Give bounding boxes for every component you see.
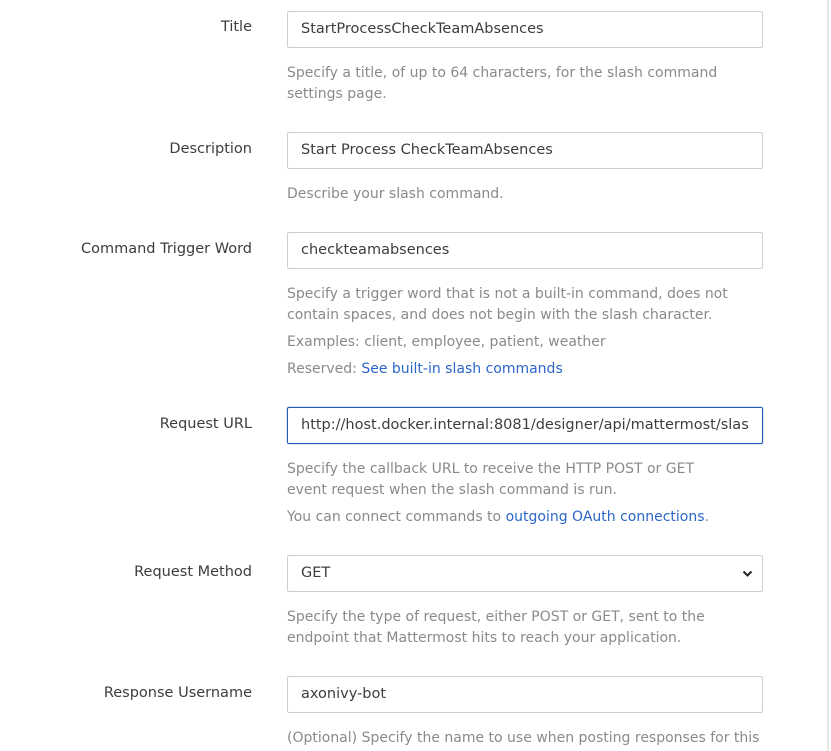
response-username-label: Response Username <box>103 685 252 701</box>
request-url-input[interactable]: http://host.docker.internal:8081/designe… <box>287 407 763 444</box>
oauth-connections-link[interactable]: outgoing OAuth connections <box>506 509 705 525</box>
title-input[interactable]: StartProcessCheckTeamAbsences <box>287 11 763 48</box>
oauth-prefix: You can connect commands to <box>287 509 506 525</box>
oauth-connect-text: You can connect commands to outgoing OAu… <box>287 507 767 528</box>
response-username-input[interactable]: axonivy-bot <box>287 676 763 713</box>
trigger-word-examples: Examples: client, employee, patient, wea… <box>287 334 606 350</box>
chevron-down-icon <box>742 570 753 577</box>
built-in-commands-link[interactable]: See built-in slash commands <box>361 361 562 377</box>
request-method-help-text: Specify the type of request, either POST… <box>287 609 705 646</box>
description-input[interactable]: Start Process CheckTeamAbsences <box>287 132 763 169</box>
reserved-prefix: Reserved: <box>287 361 362 377</box>
request-url-label: Request URL <box>159 416 252 432</box>
trigger-word-help-text: Specify a trigger word that is not a bui… <box>287 286 728 323</box>
description-label: Description <box>169 141 252 157</box>
trigger-word-input[interactable]: checkteamabsences <box>287 232 763 269</box>
trigger-word-label: Command Trigger Word <box>80 241 252 257</box>
oauth-suffix: . <box>704 509 709 525</box>
description-help-text: Describe your slash command. <box>287 186 504 202</box>
response-username-help-text: (Optional) Specify the name to use when … <box>287 730 760 746</box>
request-method-value: GET <box>301 565 331 581</box>
request-url-help-text: Specify the callback URL to receive the … <box>287 461 695 498</box>
title-help-text: Specify a title, of up to 64 characters,… <box>287 65 718 102</box>
request-method-label: Request Method <box>134 564 252 580</box>
request-method-select[interactable]: GET <box>287 555 763 592</box>
slash-command-form: Title StartProcessCheckTeamAbsences Spec… <box>0 0 829 751</box>
title-label: Title <box>220 19 252 35</box>
trigger-word-reserved: Reserved: See built-in slash commands <box>287 359 767 380</box>
